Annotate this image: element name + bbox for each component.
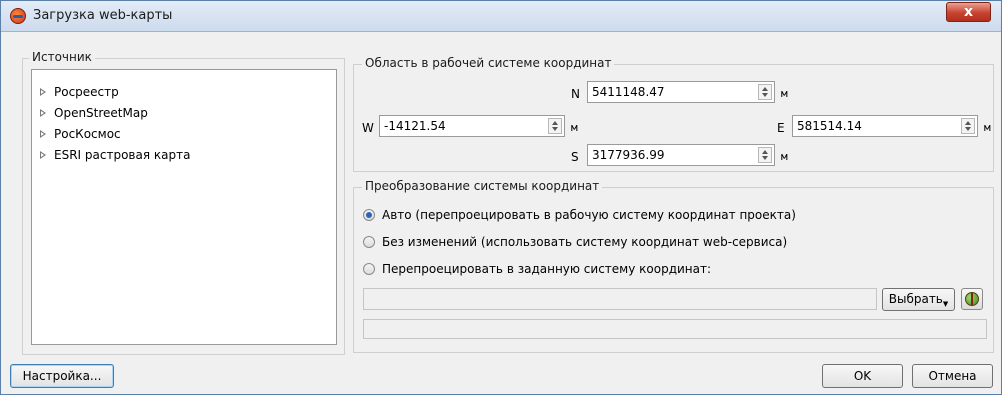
west-label: W (362, 121, 374, 135)
tree-item-label: ESRI растровая карта (54, 148, 191, 162)
settings-button[interactable]: Настройка... (10, 364, 114, 388)
spinner-arrows-icon[interactable] (758, 84, 772, 100)
radio-auto[interactable]: Авто (перепроецировать в рабочую систему… (363, 206, 796, 224)
spinner-arrows-icon[interactable] (548, 118, 562, 134)
east-value: 581514.14 (797, 119, 862, 133)
radio-auto-label: Авто (перепроецировать в рабочую систему… (382, 208, 796, 222)
expand-arrow-icon[interactable] (40, 87, 46, 96)
globe-icon (965, 292, 979, 306)
expand-arrow-icon[interactable] (40, 108, 46, 117)
app-icon (10, 8, 26, 24)
south-unit: м (781, 150, 788, 163)
transform-group-title: Преобразование системы координат (362, 179, 603, 193)
tree-item-rosreestr[interactable]: Росреестр (40, 83, 119, 101)
south-input[interactable]: 3177936.99 (587, 144, 775, 166)
tree-item-openstreetmap[interactable]: OpenStreetMap (40, 104, 148, 122)
radio-no-change[interactable]: Без изменений (использовать систему коор… (363, 233, 787, 251)
tree-item-esri[interactable]: ESRI растровая карта (40, 146, 190, 164)
tree-item-label: OpenStreetMap (54, 106, 148, 120)
radio-reproject-label: Перепроецировать в заданную систему коор… (382, 262, 712, 276)
radio-reproject[interactable]: Перепроецировать в заданную систему коор… (363, 260, 711, 278)
crs-globe-button[interactable] (961, 288, 983, 310)
radio-no-change-label: Без изменений (использовать систему коор… (382, 235, 788, 249)
source-group-title: Источник (29, 50, 95, 64)
close-icon: x (963, 4, 974, 20)
crs-field (363, 288, 877, 310)
close-button[interactable]: x (946, 2, 991, 22)
load-web-map-dialog: Загрузка web-карты x Источник Росреестр … (0, 0, 1002, 395)
north-unit: м (781, 87, 788, 100)
title-bar[interactable]: Загрузка web-карты x (1, 1, 1001, 32)
tree-item-label: Росреестр (54, 85, 119, 99)
expand-arrow-icon[interactable] (40, 150, 46, 159)
source-tree[interactable]: Росреестр OpenStreetMap РосКосмос ESRI р… (31, 69, 337, 345)
east-label: E (777, 121, 785, 135)
west-unit: м (571, 121, 578, 134)
tree-item-label: РосКосмос (54, 127, 121, 141)
east-unit: м (984, 121, 991, 134)
west-input[interactable]: -14121.54 (379, 115, 565, 137)
south-label: S (571, 150, 579, 164)
spinner-arrows-icon[interactable] (758, 147, 772, 163)
dropdown-arrow-icon: ▼ (942, 300, 949, 308)
select-crs-button[interactable]: Выбрать▼ (882, 288, 955, 311)
west-value: -14121.54 (384, 119, 446, 133)
tree-item-roskosmos[interactable]: РосКосмос (40, 125, 121, 143)
crs-status-field (363, 319, 987, 339)
east-input[interactable]: 581514.14 (792, 115, 978, 137)
cancel-button[interactable]: Отмена (912, 364, 993, 388)
radio-icon[interactable] (363, 262, 375, 275)
ok-button[interactable]: OK (822, 364, 903, 388)
radio-icon[interactable] (363, 235, 375, 248)
area-group-title: Область в рабочей системе координат (362, 56, 615, 70)
spinner-arrows-icon[interactable] (961, 118, 975, 134)
radio-selected-icon[interactable] (363, 208, 375, 221)
south-value: 3177936.99 (592, 148, 665, 162)
north-input[interactable]: 5411148.47 (587, 81, 775, 103)
expand-arrow-icon[interactable] (40, 129, 46, 138)
north-value: 5411148.47 (592, 85, 665, 99)
north-label: N (571, 87, 580, 101)
window-title: Загрузка web-карты (33, 8, 173, 23)
